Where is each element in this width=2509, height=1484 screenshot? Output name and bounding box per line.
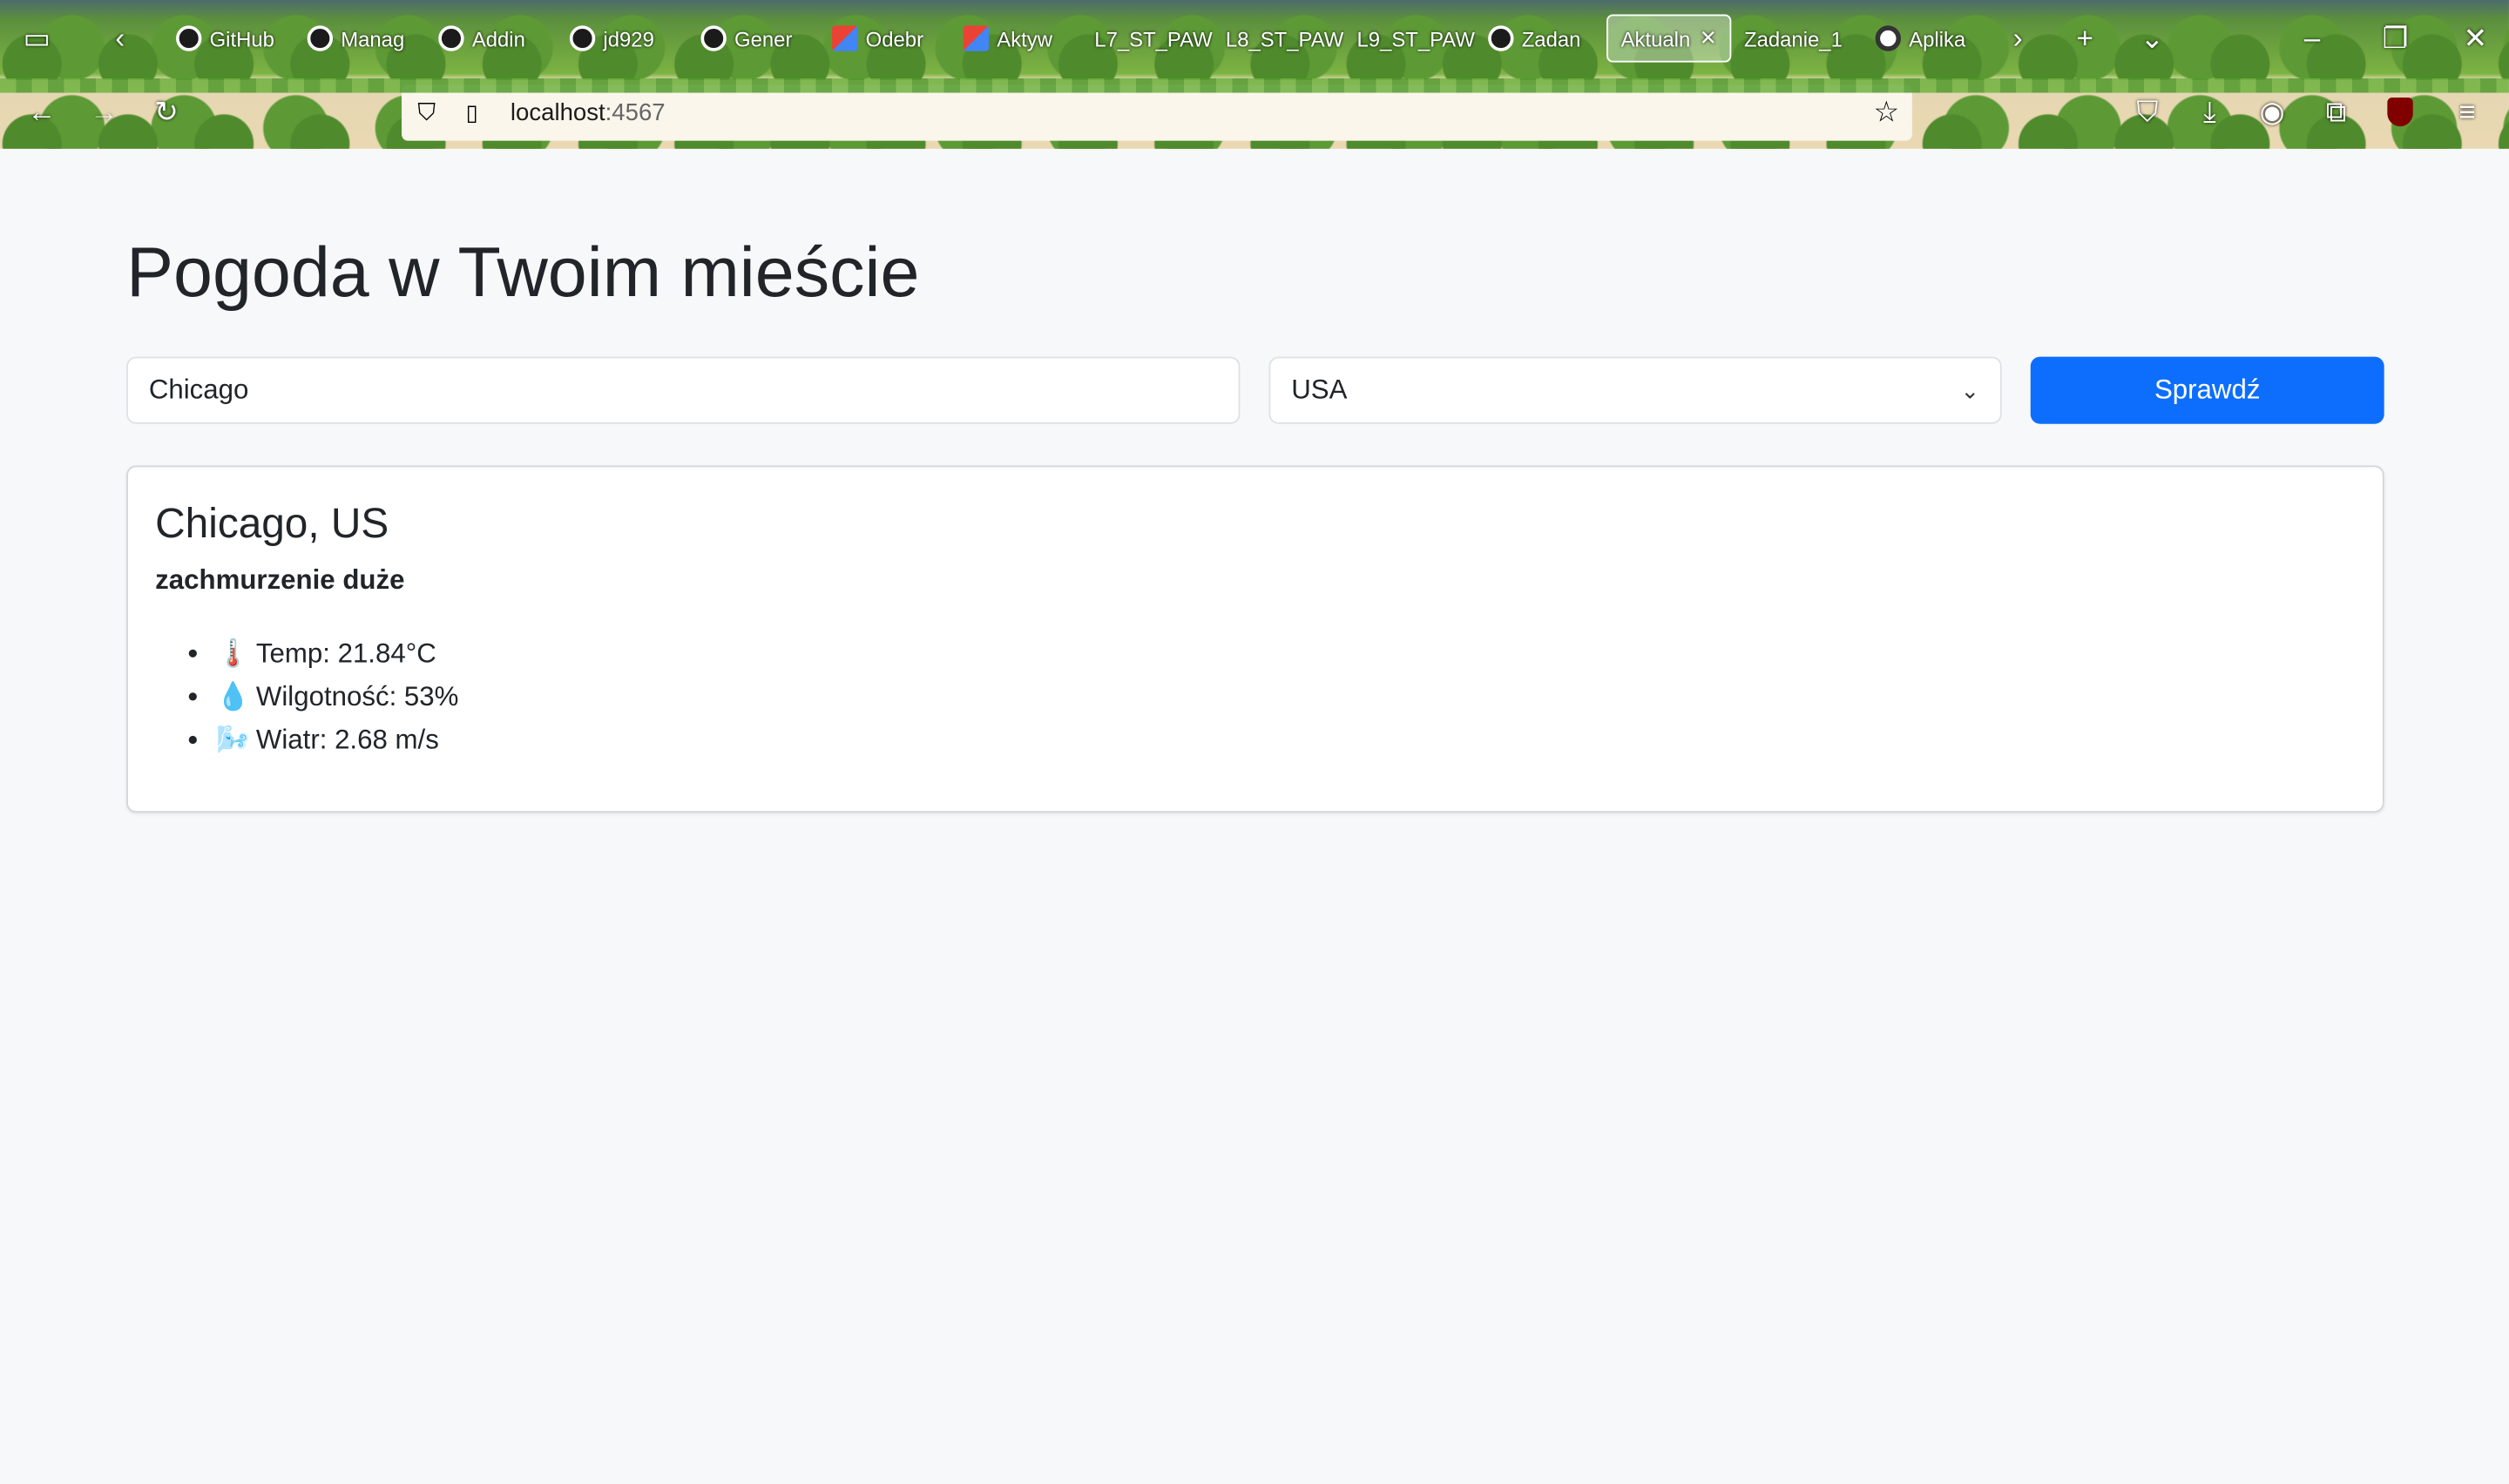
browser-tab[interactable]: Aktualn ✕ xyxy=(1606,14,1732,63)
browser-tab[interactable]: Zadanie_1 xyxy=(1731,15,1863,63)
tab-label: Zadanie_1 xyxy=(1744,26,1843,51)
result-location: Chicago, US xyxy=(155,499,389,548)
list-item: 🌬️Wiatr: 2.68 m/s xyxy=(216,718,458,762)
browser-tab[interactable]: Aplika xyxy=(1863,15,1994,63)
result-description: zachmurzenie duże xyxy=(155,564,405,596)
browser-tab[interactable]: Gener xyxy=(688,15,820,63)
browser-tab[interactable]: Manag xyxy=(294,15,426,63)
github-icon xyxy=(307,25,334,51)
forward-icon[interactable]: → xyxy=(84,91,125,133)
tab-label: Zadan xyxy=(1521,26,1581,51)
gmail-icon xyxy=(963,25,990,51)
list-item: 💧Wilgotność: 53% xyxy=(216,675,458,718)
ublock-icon[interactable] xyxy=(2379,91,2421,133)
city-input-value: Chicago xyxy=(148,374,249,405)
country-select-value: USA xyxy=(1291,374,1348,405)
github-icon xyxy=(700,25,727,51)
browser-chrome: ▭ ‹ GitHub Manag Addin jd929 Gener Odebr Aktyw… xyxy=(0,0,2509,149)
tab-label: Gener xyxy=(734,26,793,51)
back-icon[interactable]: ← xyxy=(21,91,63,133)
shield-icon[interactable]: ⛉ xyxy=(417,99,436,126)
restore-icon[interactable]: ❐ xyxy=(2371,15,2419,63)
thermometer-icon: 🌡️ xyxy=(215,637,250,669)
account-icon[interactable]: ◉ xyxy=(2251,91,2293,133)
address-bar[interactable]: ⛉ ▯ localhost:4567 ☆ xyxy=(402,84,1912,141)
scroll-tabs-left-icon[interactable]: ‹ xyxy=(96,15,144,63)
new-tab-icon[interactable]: + xyxy=(2061,15,2109,63)
wind-icon: 🌬️ xyxy=(215,725,250,755)
droplet-icon: 💧 xyxy=(215,681,250,712)
tab-label: Aktualn xyxy=(1620,26,1691,51)
browser-tab[interactable]: L9_ST_PAW xyxy=(1344,15,1476,63)
page-title: Pogoda w Twoim mieście xyxy=(126,233,920,313)
browser-tab[interactable]: L8_ST_PAW xyxy=(1213,15,1344,63)
country-select[interactable]: USA ⌄ xyxy=(1268,356,2002,424)
url-host: localhost xyxy=(510,98,605,127)
temperature-text: Temp: 21.84°C xyxy=(255,637,436,669)
weather-details-list: 🌡️Temp: 21.84°C 💧Wilgotność: 53% 🌬️Wiatr… xyxy=(216,631,458,761)
tab-label: L7_ST_PAW xyxy=(1094,26,1213,51)
weather-result-card: Chicago, US zachmurzenie duże 🌡️Temp: 21… xyxy=(126,465,2384,813)
page-info-icon[interactable]: ▯ xyxy=(465,99,477,126)
tab-label: Manag xyxy=(341,26,405,51)
github-icon xyxy=(438,25,464,51)
github-icon xyxy=(176,25,202,51)
tab-label: Odebr xyxy=(865,26,924,51)
pocket-icon[interactable]: ⛉ xyxy=(2127,91,2168,133)
tab-label: jd929 xyxy=(603,26,654,51)
browser-tab[interactable]: Zadan xyxy=(1475,15,1606,63)
chevron-down-icon: ⌄ xyxy=(1960,376,1979,402)
browser-tab[interactable]: L7_ST_PAW xyxy=(1082,15,1214,63)
nav-bar: ← → ↻ ⛉ ▯ localhost:4567 ☆ ⛉ ⤓ ◉ ⧉ ≡ xyxy=(0,84,2509,142)
extensions-icon[interactable]: ⧉ xyxy=(2316,91,2357,133)
tab-label: Aplika xyxy=(1909,26,1966,51)
github-icon xyxy=(569,25,596,51)
minimize-icon[interactable]: – xyxy=(2288,15,2336,63)
browser-tab[interactable]: Aktyw xyxy=(950,15,1082,63)
tab-label: Aktyw xyxy=(997,26,1052,51)
scroll-tabs-right-icon[interactable]: › xyxy=(1994,15,2042,63)
browser-tab[interactable]: Addin xyxy=(426,15,558,63)
reload-icon[interactable]: ↻ xyxy=(145,91,187,133)
url-port: :4567 xyxy=(605,98,666,127)
tab-label: Addin xyxy=(471,26,525,51)
tab-manager-icon[interactable]: ▭ xyxy=(13,15,61,63)
tab-bar: ▭ ‹ GitHub Manag Addin jd929 Gener Odebr Aktyw… xyxy=(0,0,2509,77)
browser-tab[interactable]: Odebr xyxy=(819,15,950,63)
tab-label: GitHub xyxy=(209,26,274,51)
wind-text: Wiatr: 2.68 m/s xyxy=(255,725,439,755)
close-window-icon[interactable]: ✕ xyxy=(2452,15,2499,63)
menu-icon[interactable]: ≡ xyxy=(2446,91,2488,133)
gmail-icon xyxy=(832,25,858,51)
close-tab-icon[interactable]: ✕ xyxy=(1700,25,1717,51)
check-weather-button[interactable]: Sprawdź xyxy=(2030,356,2384,424)
list-tabs-icon[interactable]: ⌄ xyxy=(2128,15,2176,63)
bookmark-star-icon[interactable]: ☆ xyxy=(1874,96,1900,130)
humidity-text: Wilgotność: 53% xyxy=(255,681,459,712)
tab-label: L9_ST_PAW xyxy=(1356,26,1475,51)
list-item: 🌡️Temp: 21.84°C xyxy=(216,631,458,675)
browser-tab[interactable]: jd929 xyxy=(557,15,688,63)
openai-icon xyxy=(1875,25,1901,51)
downloads-icon[interactable]: ⤓ xyxy=(2189,91,2231,133)
browser-tab[interactable]: GitHub xyxy=(163,15,294,63)
github-icon xyxy=(1488,25,1514,51)
tab-label: L8_ST_PAW xyxy=(1225,26,1344,51)
city-input[interactable]: Chicago xyxy=(126,356,1241,424)
